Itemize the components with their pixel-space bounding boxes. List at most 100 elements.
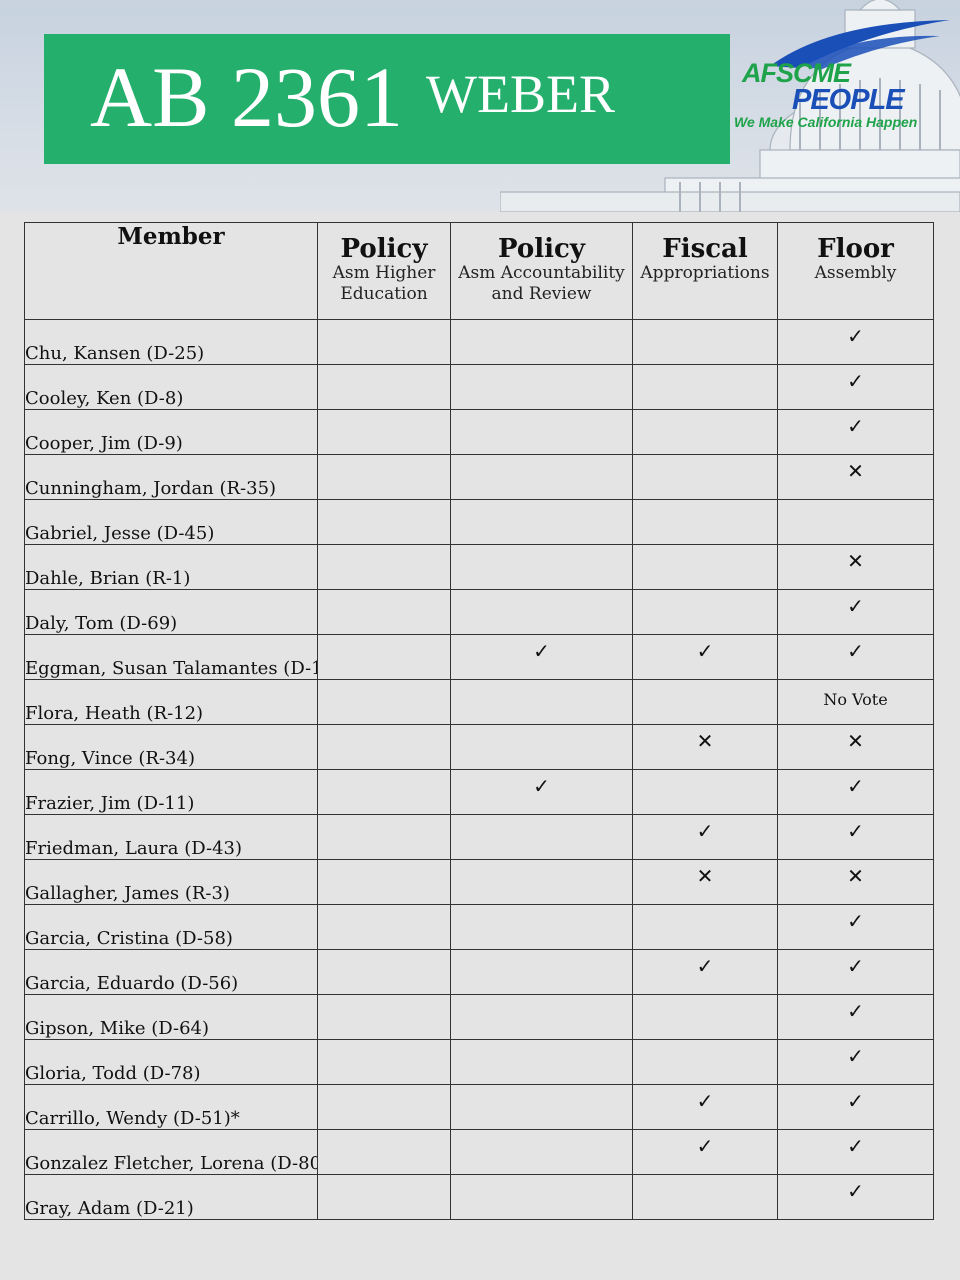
x-icon: ✕ bbox=[847, 863, 864, 888]
table-row: Dahle, Brian (R-1) ✕ bbox=[24, 544, 934, 590]
table-row: Frazier, Jim (D-11) ✓ ✓ bbox=[24, 769, 934, 815]
vote-cell-fiscal bbox=[632, 769, 778, 815]
vote-cell-floor: ✓ bbox=[777, 1174, 934, 1220]
vote-cell-accountability bbox=[450, 319, 633, 365]
vote-cell-accountability bbox=[450, 364, 633, 410]
member-name: Cunningham, Jordan (R-35) bbox=[24, 454, 318, 500]
vote-cell-fiscal bbox=[632, 454, 778, 500]
vote-cell-floor: ✓ bbox=[777, 1129, 934, 1175]
table-header-row: Member Policy Asm Higher Education Policy… bbox=[24, 222, 934, 320]
vote-cell-accountability bbox=[450, 994, 633, 1040]
vote-cell-fiscal bbox=[632, 679, 778, 725]
vote-cell-accountability bbox=[450, 724, 633, 770]
vote-cell-higher-education bbox=[317, 949, 451, 995]
check-icon: ✓ bbox=[847, 908, 864, 933]
vote-cell-higher-education bbox=[317, 994, 451, 1040]
member-name: Garcia, Eduardo (D-56) bbox=[24, 949, 318, 995]
member-name: Chu, Kansen (D-25) bbox=[24, 319, 318, 365]
x-icon: ✕ bbox=[696, 728, 714, 753]
vote-cell-higher-education bbox=[317, 634, 451, 680]
vote-table-body: Chu, Kansen (D-25) ✓ Cooley, Ken (D-8) ✓ Coo… bbox=[24, 319, 934, 1220]
vote-cell-accountability bbox=[450, 1039, 633, 1085]
vote-cell-fiscal: ✓ bbox=[632, 814, 778, 860]
vote-cell-accountability: ✓ bbox=[450, 769, 633, 815]
vote-cell-higher-education bbox=[317, 319, 451, 365]
vote-cell-floor: ✓ bbox=[777, 364, 934, 410]
member-name: Friedman, Laura (D-43) bbox=[24, 814, 318, 860]
vote-cell-fiscal: ✓ bbox=[632, 634, 778, 680]
x-icon: ✕ bbox=[847, 728, 864, 753]
vote-cell-floor: ✕ bbox=[777, 859, 934, 905]
check-icon: ✓ bbox=[847, 998, 864, 1023]
check-icon: ✓ bbox=[696, 818, 714, 843]
check-icon: ✓ bbox=[847, 818, 864, 843]
vote-cell-higher-education bbox=[317, 1039, 451, 1085]
check-icon: ✓ bbox=[847, 1043, 864, 1068]
check-icon: ✓ bbox=[847, 593, 864, 618]
vote-cell-floor: ✓ bbox=[777, 1039, 934, 1085]
bill-title-box: AB 2361 WEBER bbox=[44, 34, 730, 164]
table-row: Chu, Kansen (D-25) ✓ bbox=[24, 319, 934, 365]
table-row: Eggman, Susan Talamantes (D-13) ✓ ✓ ✓ bbox=[24, 634, 934, 680]
vote-cell-floor: ✓ bbox=[777, 814, 934, 860]
member-name: Gabriel, Jesse (D-45) bbox=[24, 499, 318, 545]
table-row: Gipson, Mike (D-64) ✓ bbox=[24, 994, 934, 1040]
check-icon: ✓ bbox=[696, 638, 714, 663]
member-name: Gonzalez Fletcher, Lorena (D-80) bbox=[24, 1129, 318, 1175]
vote-cell-higher-education bbox=[317, 409, 451, 455]
column-header-higher-education: Policy Asm Higher Education bbox=[317, 222, 451, 320]
vote-cell-higher-education bbox=[317, 769, 451, 815]
check-icon: ✓ bbox=[533, 773, 550, 798]
column-header-floor: Floor Assembly bbox=[777, 222, 934, 320]
check-icon: ✓ bbox=[847, 368, 864, 393]
table-row: Flora, Heath (R-12) No Vote bbox=[24, 679, 934, 725]
member-name: Gipson, Mike (D-64) bbox=[24, 994, 318, 1040]
vote-cell-floor: ✓ bbox=[777, 634, 934, 680]
check-icon: ✓ bbox=[847, 413, 864, 438]
vote-cell-higher-education bbox=[317, 1129, 451, 1175]
vote-cell-floor: ✕ bbox=[777, 454, 934, 500]
member-name: Gallagher, James (R-3) bbox=[24, 859, 318, 905]
vote-cell-floor: ✕ bbox=[777, 724, 934, 770]
check-icon: ✓ bbox=[696, 1088, 714, 1113]
vote-cell-accountability bbox=[450, 904, 633, 950]
table-row: Garcia, Eduardo (D-56) ✓ ✓ bbox=[24, 949, 934, 995]
vote-cell-accountability bbox=[450, 544, 633, 590]
vote-cell-fiscal bbox=[632, 544, 778, 590]
vote-cell-higher-education bbox=[317, 814, 451, 860]
bill-number: AB 2361 bbox=[90, 49, 403, 145]
vote-cell-floor: ✓ bbox=[777, 589, 934, 635]
check-icon: ✓ bbox=[533, 638, 550, 663]
vote-cell-fiscal bbox=[632, 499, 778, 545]
vote-cell-floor: No Vote bbox=[777, 679, 934, 725]
vote-cell-floor: ✓ bbox=[777, 1084, 934, 1130]
vote-cell-floor: ✓ bbox=[777, 994, 934, 1040]
vote-cell-higher-education bbox=[317, 364, 451, 410]
member-name: Flora, Heath (R-12) bbox=[24, 679, 318, 725]
vote-cell-higher-education bbox=[317, 499, 451, 545]
vote-cell-higher-education bbox=[317, 904, 451, 950]
check-icon: ✓ bbox=[847, 638, 864, 663]
check-icon: ✓ bbox=[847, 323, 864, 348]
table-row: Carrillo, Wendy (D-51)* ✓ ✓ bbox=[24, 1084, 934, 1130]
vote-cell-higher-education bbox=[317, 724, 451, 770]
table-row: Daly, Tom (D-69) ✓ bbox=[24, 589, 934, 635]
vote-cell-floor: ✓ bbox=[777, 769, 934, 815]
column-header-accountability: Policy Asm Accountability and Review bbox=[450, 222, 633, 320]
member-name: Frazier, Jim (D-11) bbox=[24, 769, 318, 815]
member-name: Garcia, Cristina (D-58) bbox=[24, 904, 318, 950]
x-icon: ✕ bbox=[696, 863, 714, 888]
member-name: Cooley, Ken (D-8) bbox=[24, 364, 318, 410]
vote-cell-fiscal: ✓ bbox=[632, 1129, 778, 1175]
check-icon: ✓ bbox=[847, 953, 864, 978]
vote-cell-accountability bbox=[450, 814, 633, 860]
vote-cell-fiscal: ✕ bbox=[632, 724, 778, 770]
check-icon: ✓ bbox=[696, 953, 714, 978]
vote-cell-floor: ✓ bbox=[777, 904, 934, 950]
vote-cell-fiscal bbox=[632, 1039, 778, 1085]
table-row: Gray, Adam (D-21) ✓ bbox=[24, 1174, 934, 1220]
vote-cell-accountability bbox=[450, 589, 633, 635]
vote-cell-higher-education bbox=[317, 544, 451, 590]
afscme-people-logo: AFSCME PEOPLE We Make California Happen bbox=[730, 14, 960, 134]
table-row: Cooper, Jim (D-9) ✓ bbox=[24, 409, 934, 455]
